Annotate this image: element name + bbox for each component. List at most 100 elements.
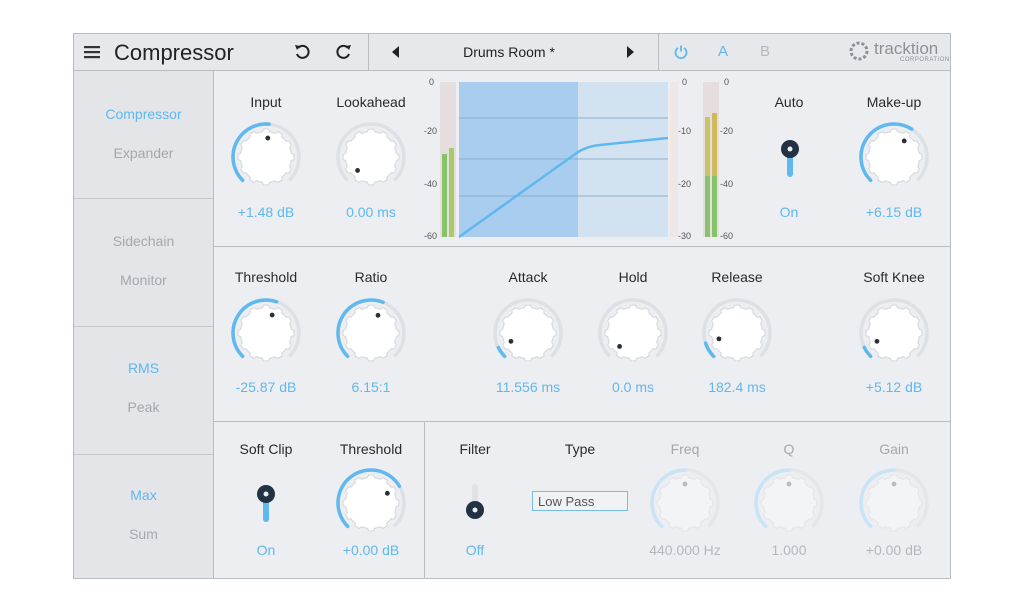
header-divider xyxy=(368,34,369,70)
hold-label: Hold xyxy=(618,269,648,285)
filter-type-select[interactable]: Low Pass xyxy=(532,491,628,511)
q-knob[interactable] xyxy=(752,466,826,540)
soft-clip-label: Soft Clip xyxy=(239,441,293,457)
knob-graphic xyxy=(231,122,301,186)
knob-pointer xyxy=(716,336,722,342)
sidechain-group: Sidechain Monitor xyxy=(74,199,213,327)
lookahead-knob[interactable] xyxy=(334,120,408,194)
prev-preset-icon[interactable] xyxy=(386,34,406,70)
gr-scale-10: -10 xyxy=(678,126,692,136)
sidebar-item-compressor[interactable]: Compressor xyxy=(74,106,213,122)
redo-icon[interactable] xyxy=(332,34,356,70)
power-icon[interactable] xyxy=(670,34,692,70)
knob-graphic xyxy=(859,468,929,532)
knob-pointer xyxy=(786,481,792,487)
compressor-plugin-window: Compressor Drums Room * A B tracktion CO… xyxy=(73,33,951,579)
makeup-knob[interactable] xyxy=(857,120,931,194)
makeup-label: Make-up xyxy=(866,94,922,110)
knob-pointer xyxy=(682,481,688,487)
hold-value: 0.0 ms xyxy=(611,379,654,395)
filter-toggle[interactable] xyxy=(464,480,486,530)
ratio-knob[interactable] xyxy=(334,296,408,370)
soft-clip-toggle[interactable] xyxy=(255,480,277,530)
release-label: Release xyxy=(711,269,763,285)
gr-scale-0: 0 xyxy=(682,77,688,87)
release-knob[interactable] xyxy=(700,296,774,370)
ratio-value: 6.15:1 xyxy=(351,379,391,395)
sidebar-item-sum[interactable]: Sum xyxy=(74,526,213,542)
filter-value: Off xyxy=(465,542,485,558)
soft-knee-knob[interactable] xyxy=(857,296,931,370)
tracktion-logo-icon xyxy=(847,39,871,63)
input-scale-0: 0 xyxy=(429,77,435,87)
header-divider-2 xyxy=(658,34,659,70)
knob-graphic xyxy=(702,298,772,362)
knob-graphic xyxy=(650,468,720,532)
knob-pointer xyxy=(874,338,880,344)
knob-pointer xyxy=(901,138,907,144)
auto-value: On xyxy=(779,204,799,220)
threshold-label: Threshold xyxy=(234,269,298,285)
knob-pointer xyxy=(375,312,381,318)
auto-label: Auto xyxy=(774,94,804,110)
preset-name[interactable]: Drums Room * xyxy=(434,34,584,70)
gain-label: Gain xyxy=(879,441,909,457)
knob-graphic xyxy=(859,122,929,186)
knob-graphic xyxy=(754,468,824,532)
gr-scale-20: -20 xyxy=(678,179,692,189)
input-scale-40: -40 xyxy=(424,179,438,189)
sidebar-item-sidechain[interactable]: Sidechain xyxy=(74,233,213,249)
knob-pointer xyxy=(891,481,897,487)
clip-threshold-value: +0.00 dB xyxy=(342,542,400,558)
knob-graphic xyxy=(598,298,668,362)
input-scale-20: -20 xyxy=(424,126,438,136)
section-divider-vertical xyxy=(424,422,425,578)
transfer-curve-graph xyxy=(420,76,740,246)
ab-a-button[interactable]: A xyxy=(712,34,734,70)
sidebar-item-expander[interactable]: Expander xyxy=(74,145,213,161)
soft-clip-value: On xyxy=(256,542,276,558)
filter-label: Filter xyxy=(459,441,491,457)
ab-b-button[interactable]: B xyxy=(754,34,776,70)
auto-toggle[interactable] xyxy=(779,135,801,185)
soft-knee-value: +5.12 dB xyxy=(865,379,923,395)
detector-mode-group: Compressor Expander xyxy=(74,71,213,199)
knob-pointer xyxy=(508,338,514,344)
freq-knob[interactable] xyxy=(648,466,722,540)
output-scale-60: -60 xyxy=(720,231,734,241)
attack-value: 11.556 ms xyxy=(495,379,561,395)
threshold-knob[interactable] xyxy=(229,296,303,370)
attack-knob[interactable] xyxy=(491,296,565,370)
output-scale-40: -40 xyxy=(720,179,734,189)
sidebar-item-max[interactable]: Max xyxy=(74,487,213,503)
threshold-value: -25.87 dB xyxy=(235,379,297,395)
type-label: Type xyxy=(564,441,596,457)
brand-sub: CORPORATION xyxy=(900,57,950,63)
channel-link-group: Max Sum xyxy=(74,455,213,578)
freq-value: 440.000 Hz xyxy=(649,542,721,558)
lookahead-label: Lookahead xyxy=(336,94,406,110)
release-value: 182.4 ms xyxy=(708,379,766,395)
freq-label: Freq xyxy=(670,441,700,457)
sidebar-item-monitor[interactable]: Monitor xyxy=(74,272,213,288)
menu-icon[interactable] xyxy=(80,34,104,70)
input-knob[interactable] xyxy=(229,120,303,194)
output-scale-0: 0 xyxy=(724,77,730,87)
mode-sidebar: Compressor Expander Sidechain Monitor RM… xyxy=(74,71,214,578)
gain-knob[interactable] xyxy=(857,466,931,540)
clip-threshold-label: Threshold xyxy=(339,441,403,457)
knob-graphic xyxy=(493,298,563,362)
q-label: Q xyxy=(783,441,795,457)
knob-graphic xyxy=(336,298,406,362)
hold-knob[interactable] xyxy=(596,296,670,370)
sidebar-item-rms[interactable]: RMS xyxy=(74,360,213,376)
input-scale-60: -60 xyxy=(424,231,438,241)
undo-icon[interactable] xyxy=(290,34,314,70)
soft-knee-label: Soft Knee xyxy=(863,269,925,285)
knob-pointer xyxy=(265,135,271,141)
plugin-title: Compressor xyxy=(114,40,234,65)
sidebar-item-peak[interactable]: Peak xyxy=(74,399,213,415)
next-preset-icon[interactable] xyxy=(620,34,640,70)
attack-label: Attack xyxy=(508,269,548,285)
clip-threshold-knob[interactable] xyxy=(334,466,408,540)
